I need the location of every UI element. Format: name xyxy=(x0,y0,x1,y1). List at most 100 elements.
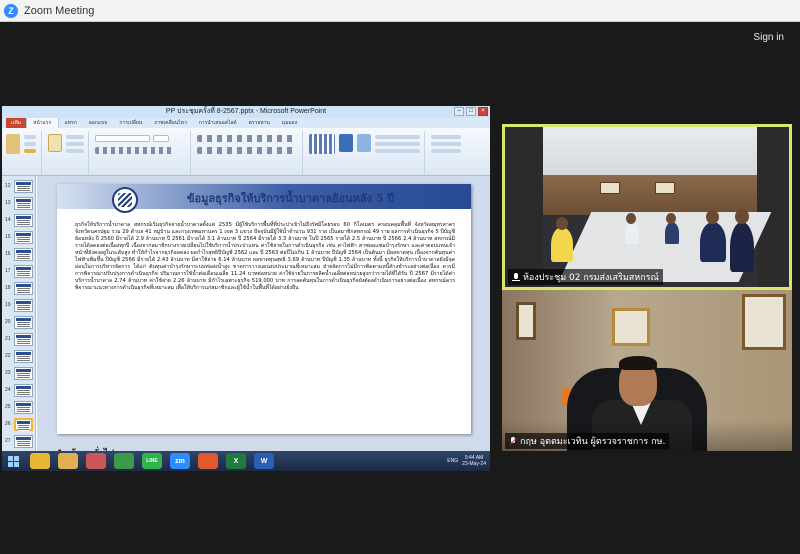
thumbnail-number: 17 xyxy=(5,268,11,274)
slide-title: ข้อมูลธุรกิจให้บริการน้ำบาดาลย้อนหลัง 5 … xyxy=(187,192,395,205)
system-tray: ENG 9:44 AM 23-May-24 xyxy=(447,455,490,467)
maximize-icon: □ xyxy=(466,107,476,116)
tab-review: ตรวจทาน xyxy=(248,120,270,126)
thumbnail: 20 xyxy=(5,314,34,330)
thumbnail: 25 xyxy=(5,399,34,415)
minimize-icon: – xyxy=(454,107,464,116)
layout-icon xyxy=(66,135,84,139)
format-painter-icon xyxy=(24,149,36,153)
thumbnail-image xyxy=(14,400,33,414)
sign-in-button[interactable]: Sign in xyxy=(749,30,788,45)
shape-fill-icon xyxy=(375,135,420,139)
chrome-icon xyxy=(30,453,50,469)
thumbnail-image xyxy=(14,349,33,363)
zoom-icon: zm xyxy=(170,453,190,469)
window-title: Zoom Meeting xyxy=(24,4,95,17)
thumbnail-image xyxy=(14,315,33,329)
thumbnail-image xyxy=(14,417,33,431)
thumbnail-image xyxy=(14,332,33,346)
thumbnail-image xyxy=(14,264,33,278)
thumbnail-image xyxy=(14,383,33,397)
slide-body-text: ธุรกิจให้บริการน้ำบาดาล สหกรณ์เริ่มธุรกิ… xyxy=(75,222,455,291)
ribbon-group-drawing xyxy=(305,131,425,174)
chrome-icon xyxy=(114,453,134,469)
wall-frame xyxy=(742,294,786,350)
thumbnail: 22 xyxy=(5,348,34,364)
shared-screen: PP ประชุมครั้งที่ 8-2567.pptx - Microsof… xyxy=(2,106,490,471)
copy-icon xyxy=(24,142,36,146)
thumbnail-image xyxy=(14,366,33,380)
wall-frame xyxy=(612,308,650,346)
thumbnail-image xyxy=(14,230,33,244)
thumbnail: 19 xyxy=(5,297,34,313)
participant-name-tag: ห้องประชุม 02 กรมส่งเสริมสหกรณ์ xyxy=(508,269,663,285)
thumbnail-number: 21 xyxy=(5,336,11,342)
thumbnail-number: 12 xyxy=(5,183,11,189)
word-icon: W xyxy=(254,453,274,469)
tab-slideshow: การนำเสนอสไลด์ xyxy=(198,120,237,126)
tab-view: มุมมอง xyxy=(281,120,298,126)
thumbnail-number: 23 xyxy=(5,370,11,376)
thumbnail-selected: 26 xyxy=(5,416,34,432)
keyboard-language: ENG xyxy=(447,458,459,464)
thumbnail: 12 xyxy=(5,178,34,194)
shape-outline-icon xyxy=(375,142,420,146)
find-icon xyxy=(431,135,461,139)
section-icon xyxy=(66,149,84,153)
tab-transitions: การเปลี่ยน xyxy=(119,120,143,126)
ribbon-tabs: แฟ้ม หน้าแรก แทรก ออกแบบ การเปลี่ยน ภาพเ… xyxy=(2,117,490,128)
list-buttons xyxy=(197,135,297,142)
mic-muted-icon xyxy=(509,436,517,446)
paste-icon xyxy=(6,134,20,154)
thumbnail-number: 20 xyxy=(5,319,11,325)
participant-name: กฤษ อุตตมะเวทิน ผู้ตรวจราชการ กษ. xyxy=(520,437,666,447)
thumbnail-image xyxy=(14,281,33,295)
excel-icon: X xyxy=(226,453,246,469)
thumbnail-image xyxy=(14,247,33,261)
participant-name-tag: กฤษ อุตตมะเวทิน ผู้ตรวจราชการ กษ. xyxy=(505,433,670,449)
video-tile-meeting-room[interactable]: ห้องประชุม 02 กรมส่งเสริมสหกรณ์ xyxy=(502,124,792,290)
shape-effects-icon xyxy=(375,149,420,153)
windows-taskbar: LINE zm X W ENG 9:44 AM 23-May-24 xyxy=(2,451,490,471)
thumbnail-number: 22 xyxy=(5,353,11,359)
thumbnail-number: 19 xyxy=(5,302,11,308)
font-name-select xyxy=(95,135,150,142)
tab-animations: ภาพเคลื่อนไหว xyxy=(154,120,187,126)
shapes-icon xyxy=(309,134,335,154)
replace-icon xyxy=(431,142,461,146)
thumbnail-image xyxy=(14,179,33,193)
thumbnail-number: 13 xyxy=(5,200,11,206)
thumbnail: 16 xyxy=(5,246,34,262)
select-icon xyxy=(431,149,461,153)
windows-start-icon xyxy=(4,452,22,470)
wall-frame xyxy=(516,302,536,340)
slide-thumbnails: 12 13 14 15 16 17 18 19 20 21 22 23 24 2… xyxy=(2,176,36,458)
ribbon-group-font xyxy=(91,131,191,174)
zoom-titlebar: Z Zoom Meeting xyxy=(0,0,800,22)
font-size-select xyxy=(153,135,169,142)
thumbnail: 18 xyxy=(5,280,34,296)
paint-icon xyxy=(86,453,106,469)
thumbnail: 21 xyxy=(5,331,34,347)
file-explorer-icon xyxy=(58,453,78,469)
thumbnail: 24 xyxy=(5,382,34,398)
video-tile-inspector[interactable]: กฤษ อุตตมะเวทิน ผู้ตรวจราชการ กษ. xyxy=(502,290,792,451)
taskbar-clock: 9:44 AM 23-May-24 xyxy=(462,455,486,467)
font-format-buttons xyxy=(95,147,175,154)
thumbnail: 14 xyxy=(5,212,34,228)
ribbon-group-slides xyxy=(44,131,89,174)
thumbnail-number: 26 xyxy=(5,421,11,427)
thumbnail: 17 xyxy=(5,263,34,279)
mic-on-icon xyxy=(512,272,520,282)
tab-insert: แทรก xyxy=(64,120,77,126)
ribbon-group-editing xyxy=(427,131,487,174)
close-icon: × xyxy=(478,107,488,116)
reset-icon xyxy=(66,142,84,146)
thumbnail-number: 14 xyxy=(5,217,11,223)
powerpoint-titlebar: PP ประชุมครั้งที่ 8-2567.pptx - Microsof… xyxy=(2,106,490,118)
cooperative-logo-icon xyxy=(112,187,138,213)
clock-date: 23-May-24 xyxy=(462,461,486,467)
cut-icon xyxy=(24,135,36,139)
slide-editor: ข้อมูลธุรกิจให้บริการน้ำบาดาลย้อนหลัง 5 … xyxy=(37,176,490,458)
thumbnail-number: 16 xyxy=(5,251,11,257)
